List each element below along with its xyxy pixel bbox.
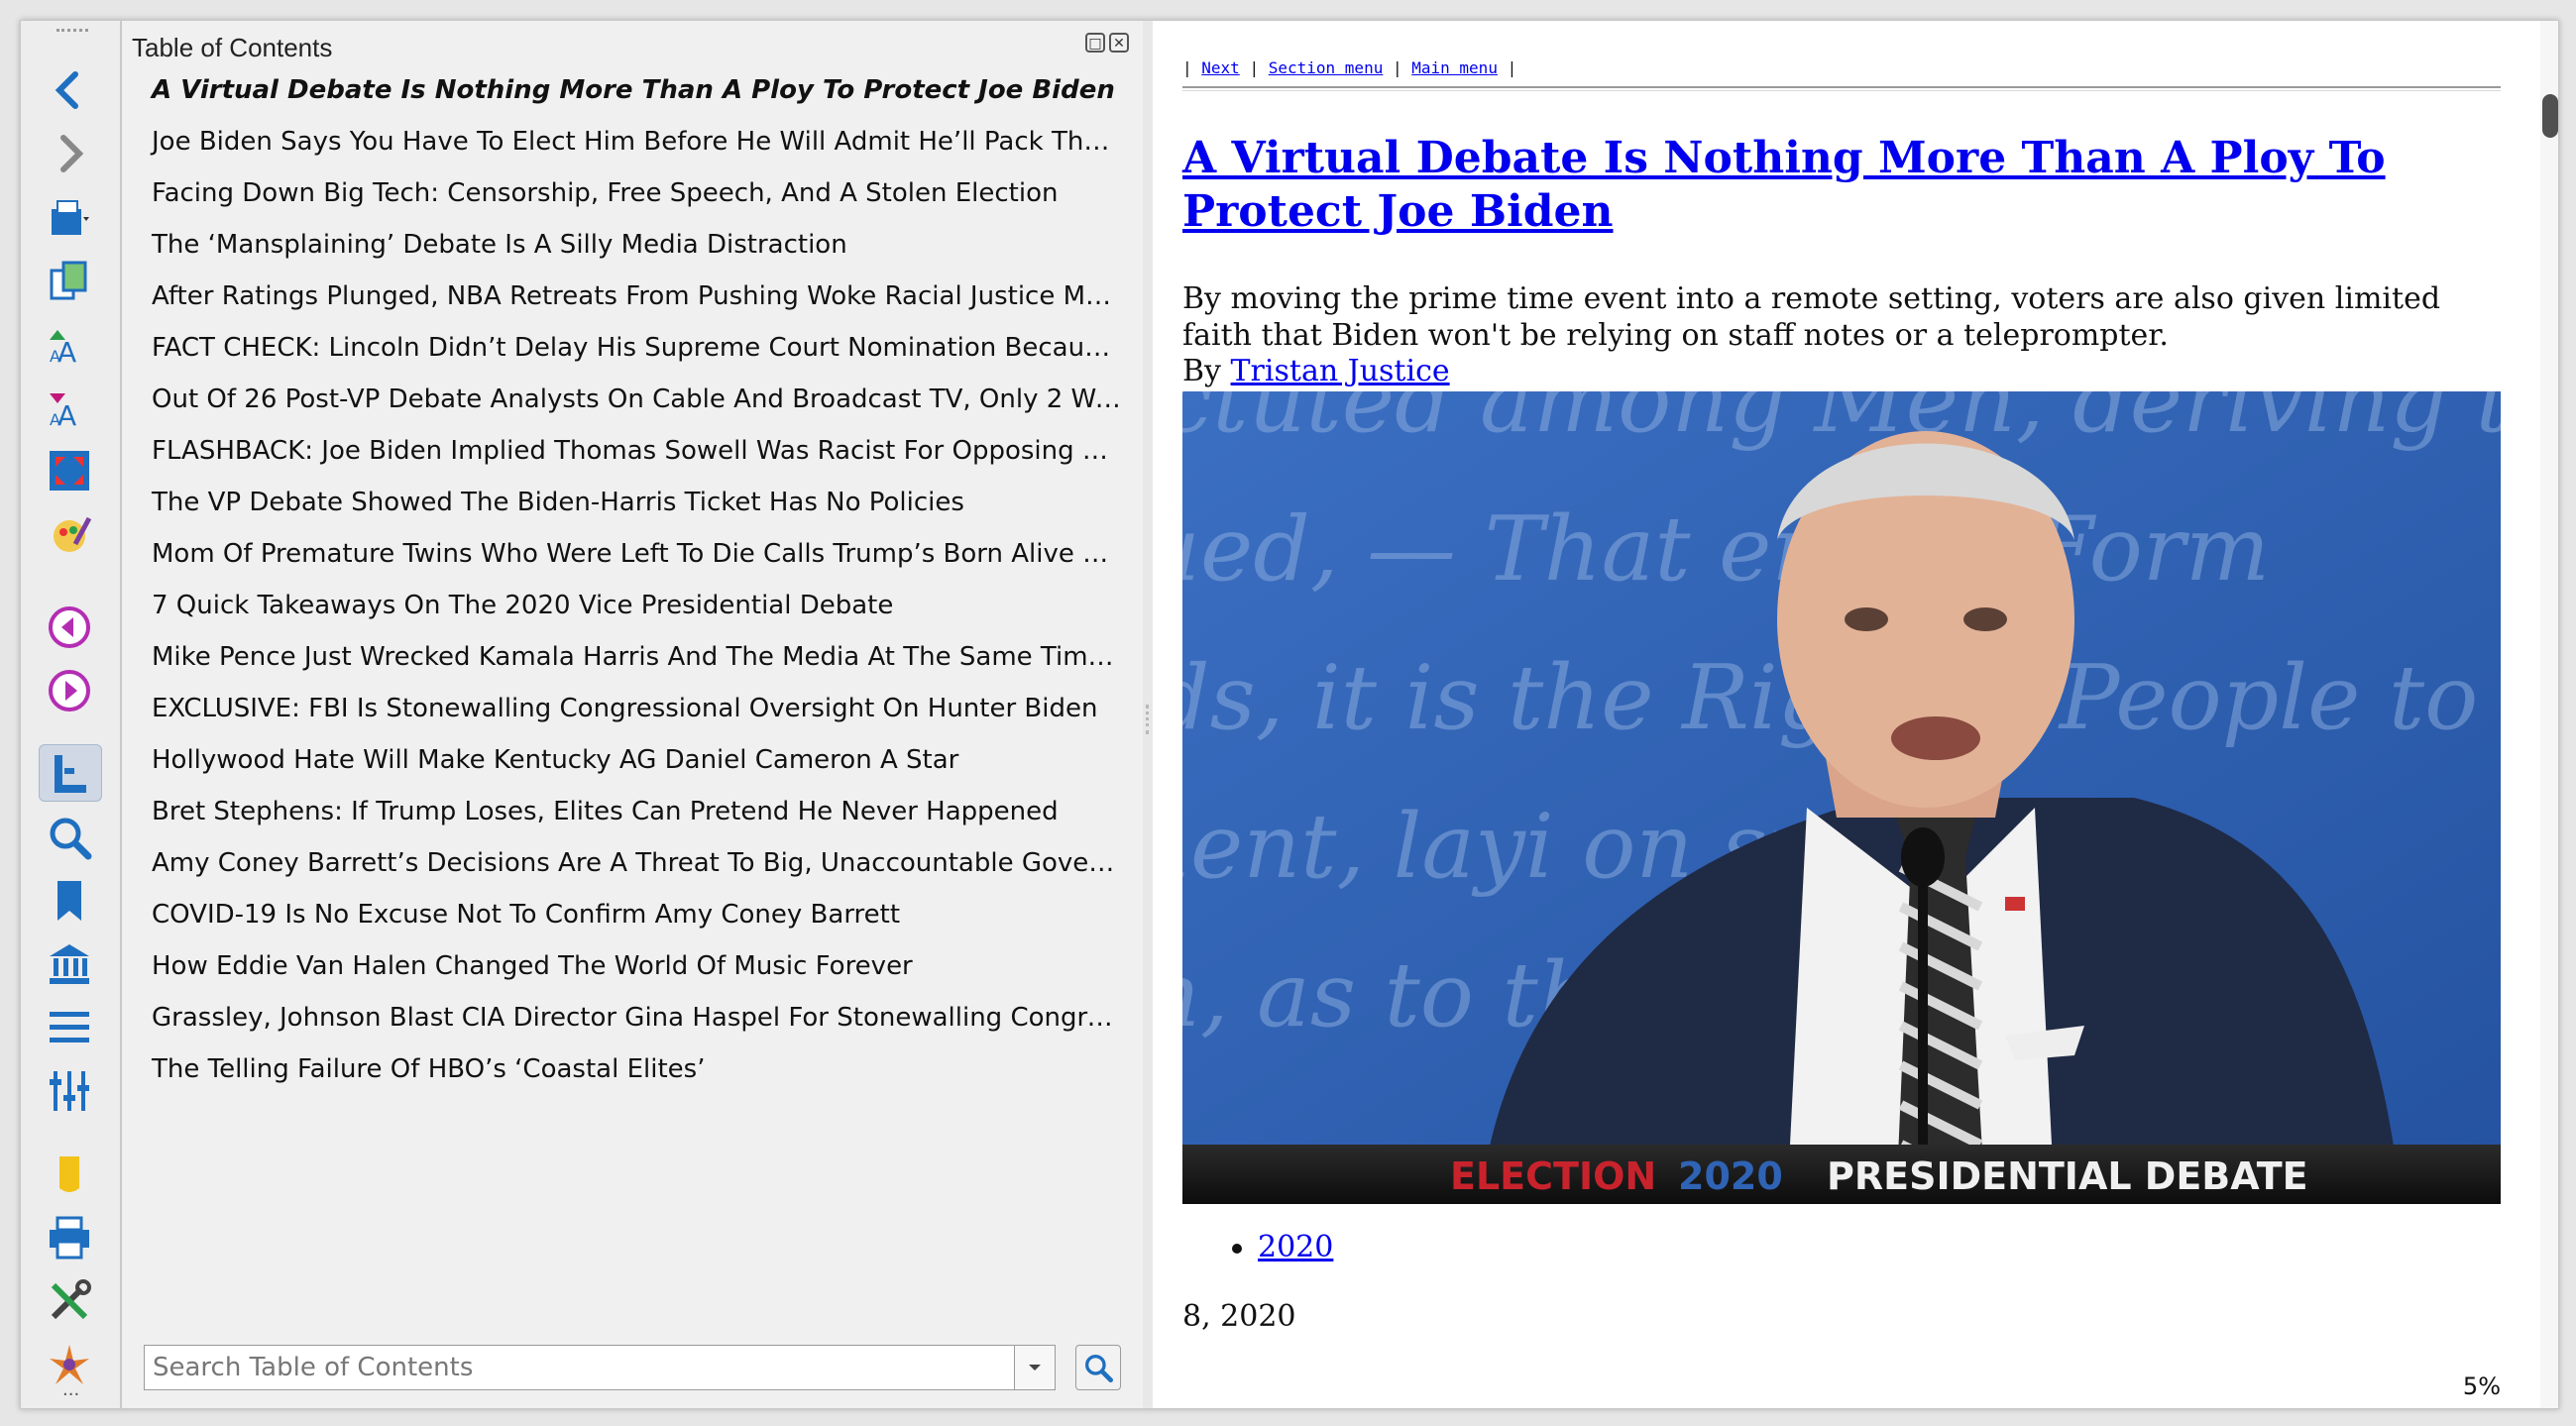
theme-icon[interactable]: [39, 506, 100, 562]
toc-item[interactable]: How Eddie Van Halen Changed The World Of…: [122, 940, 1143, 992]
toc-item[interactable]: COVID-19 Is No Excuse Not To Confirm Amy…: [122, 889, 1143, 940]
toc-search: [144, 1345, 1121, 1390]
toc-item[interactable]: After Ratings Plunged, NBA Retreats From…: [122, 271, 1143, 322]
toc-item[interactable]: The VP Debate Showed The Biden-Harris Ti…: [122, 477, 1143, 528]
nav-separator: |: [1182, 58, 1192, 77]
svg-text:A: A: [50, 410, 60, 429]
toc-icon[interactable]: [39, 744, 102, 802]
caption-year: 2020: [1678, 1154, 1783, 1198]
toc-title: Table of Contents: [132, 33, 333, 62]
nav-separator: |: [1507, 58, 1517, 77]
byline: By Tristan Justice: [1182, 354, 1450, 388]
search-history-dropdown[interactable]: [1014, 1345, 1056, 1390]
font-smaller-icon[interactable]: AA: [39, 380, 100, 435]
toc-item[interactable]: FLASHBACK: Joe Biden Implied Thomas Sowe…: [122, 425, 1143, 477]
search-icon[interactable]: [39, 810, 100, 865]
byline-prefix: By: [1182, 354, 1221, 388]
library-icon[interactable]: [39, 936, 100, 992]
toc-list: A Virtual Debate Is Nothing More Than A …: [122, 64, 1143, 1095]
chevron-down-icon: [1029, 1365, 1041, 1371]
highlight-icon[interactable]: [39, 1147, 100, 1202]
svg-text:A: A: [50, 347, 60, 366]
toc-panel: Table of Contents □ ✕ A Virtual Debate I…: [122, 21, 1143, 1408]
back-icon[interactable]: [39, 62, 100, 118]
toc-search-input[interactable]: [144, 1345, 1016, 1390]
article-title-link[interactable]: A Virtual Debate Is Nothing More Than A …: [1182, 133, 2386, 237]
content-scrollbar[interactable]: [2540, 21, 2558, 1408]
toc-item[interactable]: Grassley, Johnson Blast CIA Director Gin…: [122, 992, 1143, 1043]
reader-window: AA AA ... Table of Contents □ ✕ A Virtua…: [20, 20, 2559, 1409]
close-panel-icon[interactable]: ✕: [1109, 33, 1129, 53]
next-section-icon[interactable]: [39, 663, 100, 718]
previous-section-icon[interactable]: [39, 600, 100, 655]
next-link[interactable]: Next: [1201, 58, 1240, 77]
article-date: 8, 2020: [1182, 1299, 1296, 1334]
print-icon[interactable]: [39, 1210, 100, 1265]
nav-separator: |: [1249, 58, 1260, 77]
bookmark-icon[interactable]: [39, 873, 100, 929]
fullscreen-icon[interactable]: [39, 443, 100, 498]
tools-icon[interactable]: [39, 1273, 100, 1329]
toc-item[interactable]: Amy Coney Barrett’s Decisions Are A Thre…: [122, 837, 1143, 889]
svg-text:ued, — That er any Form: ued, — That er any Form: [1182, 497, 2270, 602]
preferences-icon[interactable]: [39, 1063, 100, 1119]
toc-item[interactable]: Joe Biden Says You Have To Elect Him Bef…: [122, 116, 1143, 167]
panel-buttons: □ ✕: [1085, 33, 1129, 53]
section-menu-link[interactable]: Section menu: [1269, 58, 1384, 77]
open-book-icon[interactable]: [39, 189, 100, 245]
toc-item[interactable]: Hollywood Hate Will Make Kentucky AG Dan…: [122, 734, 1143, 786]
toc-item[interactable]: 7 Quick Takeaways On The 2020 Vice Presi…: [122, 580, 1143, 631]
toc-item[interactable]: EXCLUSIVE: FBI Is Stonewalling Congressi…: [122, 683, 1143, 734]
forward-icon[interactable]: [39, 126, 100, 181]
copy-icon[interactable]: [39, 253, 100, 308]
divider: [1182, 86, 2501, 88]
book-content: | Next | Section menu | Main menu | A Vi…: [1153, 21, 2540, 1408]
nav-separator: |: [1392, 58, 1402, 77]
toc-item[interactable]: Mom Of Premature Twins Who Were Left To …: [122, 528, 1143, 580]
divider: [1182, 90, 2501, 91]
toc-item[interactable]: The ‘Mansplaining’ Debate Is A Silly Med…: [122, 219, 1143, 271]
toc-item[interactable]: Facing Down Big Tech: Censorship, Free S…: [122, 167, 1143, 219]
article-image: ctuted among Men, deriving the ued, — Th…: [1182, 391, 2501, 1204]
search-button[interactable]: [1075, 1345, 1121, 1390]
toolbar-more[interactable]: ...: [62, 1379, 79, 1400]
toolbar-grip[interactable]: [56, 29, 88, 38]
caption-election: ELECTION: [1450, 1154, 1656, 1198]
section-nav: | Next | Section menu | Main menu |: [1182, 58, 1516, 77]
toc-item[interactable]: Out Of 26 Post-VP Debate Analysts On Cab…: [122, 374, 1143, 425]
panel-splitter[interactable]: [1143, 21, 1153, 1408]
bullet: [1232, 1244, 1242, 1254]
article-lede: By moving the prime time event into a re…: [1182, 281, 2441, 353]
font-larger-icon[interactable]: AA: [39, 316, 100, 372]
search-icon: [1085, 1355, 1113, 1382]
caption-event: PRESIDENTIAL DEBATE: [1827, 1154, 2308, 1198]
menu-icon[interactable]: [39, 1000, 100, 1055]
author-link[interactable]: Tristan Justice: [1231, 354, 1450, 388]
tag-link[interactable]: 2020: [1258, 1230, 1333, 1264]
reading-progress: 5%: [2462, 1372, 2501, 1400]
toc-item[interactable]: The Telling Failure Of HBO’s ‘Coastal El…: [122, 1043, 1143, 1095]
main-menu-link[interactable]: Main menu: [1411, 58, 1498, 77]
toolbar: AA AA ...: [21, 21, 122, 1408]
article-title: A Virtual Debate Is Nothing More Than A …: [1182, 132, 2501, 239]
toc-item[interactable]: Mike Pence Just Wrecked Kamala Harris An…: [122, 631, 1143, 683]
scrollbar-thumb[interactable]: [2542, 94, 2558, 138]
svg-text:ctuted among Men, deriving the: ctuted among Men, deriving the: [1182, 391, 2501, 453]
toc-item[interactable]: FACT CHECK: Lincoln Didn’t Delay His Sup…: [122, 322, 1143, 374]
toc-item[interactable]: Bret Stephens: If Trump Loses, Elites Ca…: [122, 786, 1143, 837]
tag-list: 2020: [1232, 1230, 1333, 1264]
toc-item[interactable]: A Virtual Debate Is Nothing More Than A …: [122, 64, 1143, 116]
float-panel-icon[interactable]: □: [1085, 33, 1105, 53]
